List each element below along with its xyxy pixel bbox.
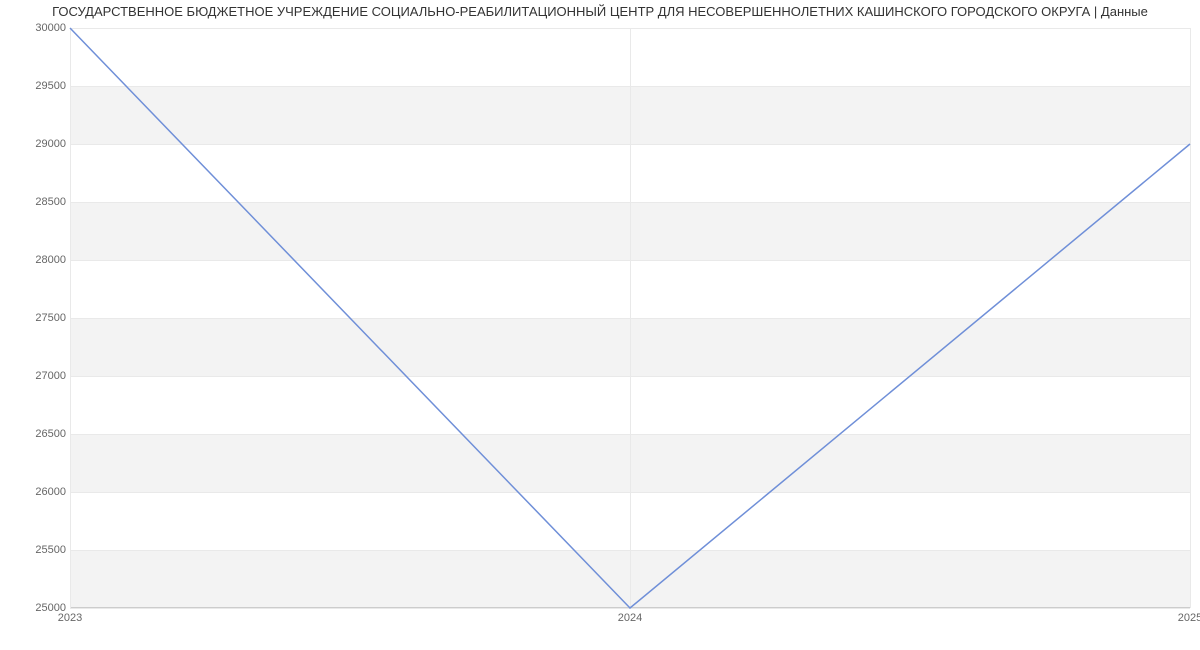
chart-container: ГОСУДАРСТВЕННОЕ БЮДЖЕТНОЕ УЧРЕЖДЕНИЕ СОЦ…: [0, 0, 1200, 650]
x-tick-label: 2023: [58, 612, 82, 624]
chart-title: ГОСУДАРСТВЕННОЕ БЮДЖЕТНОЕ УЧРЕЖДЕНИЕ СОЦ…: [0, 4, 1200, 19]
x-tick-label: 2024: [618, 612, 642, 624]
y-tick-label: 25500: [6, 544, 66, 556]
line-layer: [70, 28, 1190, 608]
x-tick-label: 2025: [1178, 612, 1200, 624]
y-tick-label: 26500: [6, 428, 66, 440]
y-tick-label: 29000: [6, 138, 66, 150]
y-tick-label: 29500: [6, 80, 66, 92]
plot-area: [70, 28, 1190, 608]
y-tick-label: 27500: [6, 312, 66, 324]
y-tick-label: 28000: [6, 254, 66, 266]
data-series-line: [70, 28, 1190, 608]
y-tick-label: 30000: [6, 22, 66, 34]
y-tick-label: 26000: [6, 486, 66, 498]
x-grid-line: [1190, 28, 1191, 608]
y-tick-label: 27000: [6, 370, 66, 382]
y-tick-label: 28500: [6, 196, 66, 208]
